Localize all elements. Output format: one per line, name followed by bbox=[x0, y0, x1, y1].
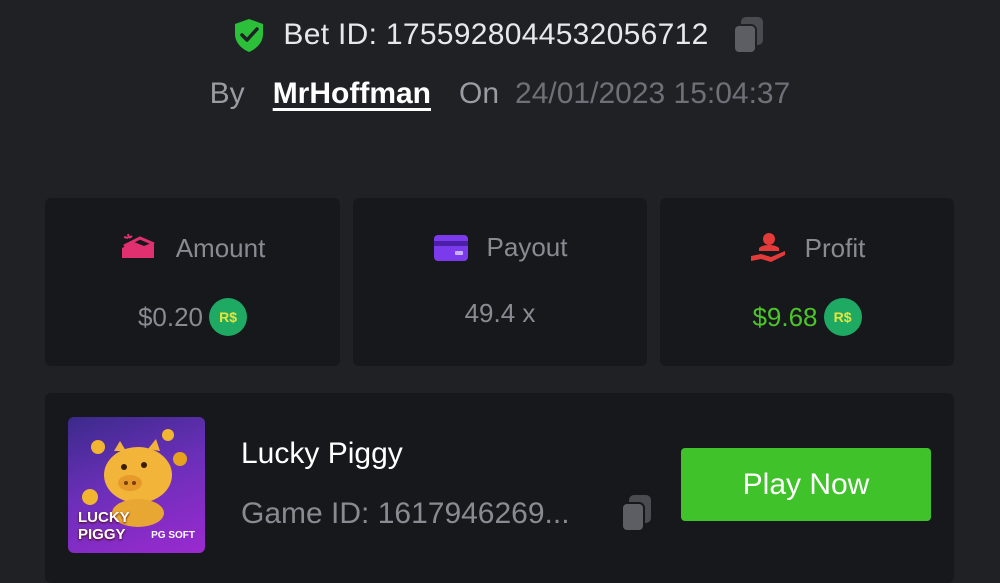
hand-profit-icon bbox=[750, 233, 785, 262]
game-id: Game ID: 1617946269... bbox=[241, 497, 570, 530]
bet-datetime: 24/01/2023 15:04:37 bbox=[515, 77, 791, 110]
payout-value-row: 49.4 x bbox=[353, 298, 647, 329]
by-label: By bbox=[209, 77, 245, 110]
thumbnail-logo: LUCKY PIGGY bbox=[78, 509, 130, 543]
profit-card: Profit $9.68 R$ bbox=[660, 198, 954, 366]
payout-value: 49.4 x bbox=[464, 298, 536, 328]
payout-card: Payout 49.4 x bbox=[353, 198, 647, 366]
copy-icon bbox=[621, 495, 651, 532]
play-now-button[interactable]: Play Now bbox=[681, 448, 931, 521]
game-thumbnail[interactable]: LUCKY PIGGY PG SOFT bbox=[68, 417, 205, 553]
amount-value: $0.20 bbox=[137, 301, 204, 332]
payout-label: Payout bbox=[486, 232, 568, 262]
amount-header: Amount bbox=[45, 232, 340, 264]
amount-card: Amount $0.20 R$ bbox=[45, 198, 340, 366]
bet-author-row: By MrHoffman On 24/01/2023 15:04:37 bbox=[0, 72, 1000, 116]
profit-label: Profit bbox=[804, 232, 866, 263]
copy-bet-id-button[interactable] bbox=[729, 15, 769, 55]
copy-game-id-button[interactable] bbox=[619, 493, 659, 537]
profit-value-row: $9.68 R$ bbox=[660, 298, 954, 336]
currency-coin-icon: R$ bbox=[823, 298, 862, 336]
amount-label: Amount bbox=[175, 232, 266, 263]
game-title: Lucky Piggy bbox=[241, 437, 403, 470]
bet-id: Bet ID: 1755928044532056712 bbox=[283, 18, 709, 51]
amount-value-row: $0.20 R$ bbox=[45, 298, 340, 336]
copy-icon bbox=[732, 17, 763, 54]
bet-id-row: Bet ID: 1755928044532056712 bbox=[0, 12, 1000, 58]
profit-value: $9.68 bbox=[752, 301, 818, 332]
currency-coin-icon: R$ bbox=[209, 298, 248, 336]
profit-header: Profit bbox=[660, 232, 954, 264]
wallet-card-icon bbox=[433, 234, 468, 261]
money-stack-icon bbox=[121, 233, 155, 258]
on-label: On bbox=[459, 77, 500, 110]
thumbnail-brand: PG SOFT bbox=[151, 530, 195, 541]
username-link[interactable]: MrHoffman bbox=[273, 77, 431, 111]
game-card: LUCKY PIGGY PG SOFT Lucky Piggy Game ID:… bbox=[45, 393, 954, 583]
payout-header: Payout bbox=[353, 232, 647, 263]
shield-check-icon bbox=[235, 19, 264, 52]
